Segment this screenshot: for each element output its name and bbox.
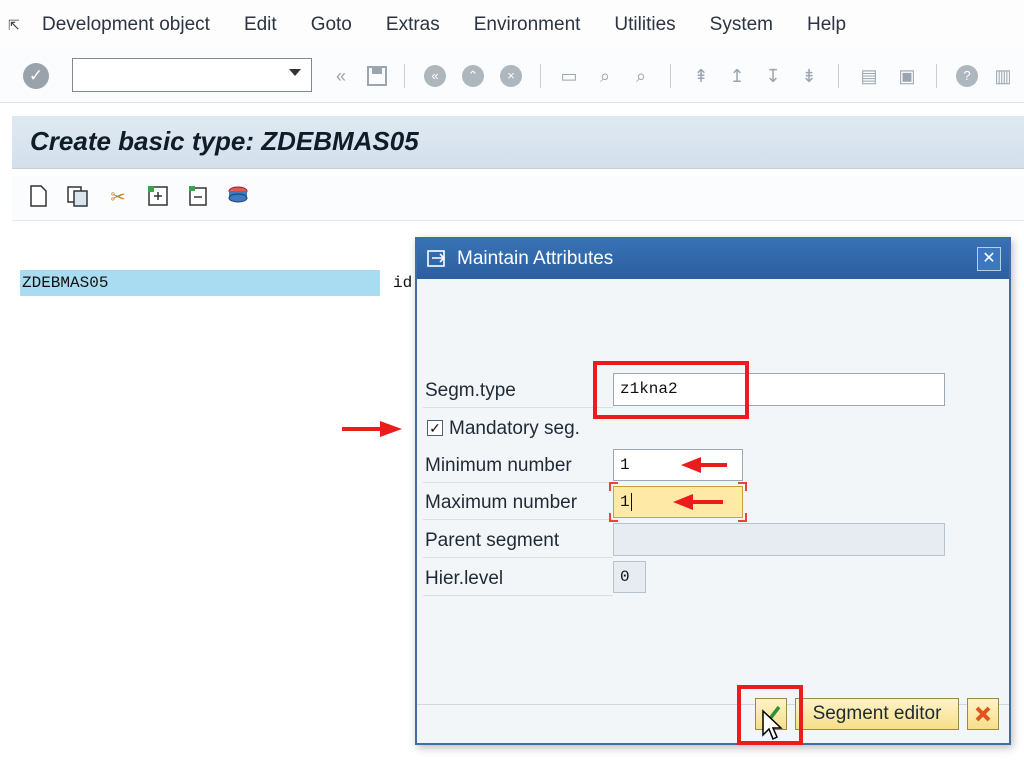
insert-segment-icon[interactable] <box>146 185 170 209</box>
maximum-number-label: Maximum number <box>425 492 578 513</box>
first-page-icon[interactable]: ⇞ <box>690 65 712 87</box>
toolbar-separator <box>540 64 541 88</box>
focus-corner <box>738 513 747 522</box>
previous-page-icon[interactable]: ↥ <box>726 65 748 87</box>
tree-row-label: ZDEBMAS05 <box>22 274 109 292</box>
print-icon[interactable]: ▭ <box>558 65 580 87</box>
menu-utilities[interactable]: Utilities <box>614 14 675 36</box>
toolbar-separator <box>838 64 839 88</box>
toolbar-separator <box>936 64 937 88</box>
focus-corner <box>609 482 618 491</box>
dialog-close-icon[interactable]: ✕ <box>977 247 1001 271</box>
menu-help[interactable]: Help <box>807 14 846 36</box>
menu-environment[interactable]: Environment <box>474 14 581 36</box>
new-session-icon[interactable]: ▤ <box>858 65 880 87</box>
segment-editor-label: Segment editor <box>812 703 942 724</box>
mandatory-checkmark: ✓ <box>429 420 441 436</box>
cut-icon[interactable]: ✂ <box>106 185 130 209</box>
hier-level-input: 0 <box>613 561 646 593</box>
hier-level-value: 0 <box>620 568 630 586</box>
title-bar: Create basic type: ZDEBMAS05 <box>12 116 1024 169</box>
cancel-button[interactable] <box>967 698 999 730</box>
standard-toolbar: ✓ « « ⌃ × ▭ ⌕ ⌕ ⇞ ↥ ↧ ⇟ ▤ ▣ ? ▥ <box>0 50 1024 103</box>
cancel-x-icon <box>975 706 991 722</box>
menu-bar: ⇱ Development object Edit Goto Extras En… <box>0 0 1024 51</box>
back-icon[interactable]: « <box>424 65 446 87</box>
copy-icon[interactable] <box>66 185 90 209</box>
shortcut-icon[interactable]: ▣ <box>896 65 918 87</box>
dialog-title-bar: Maintain Attributes ✕ <box>417 239 1009 279</box>
row-divider <box>423 407 613 408</box>
cancel-icon[interactable]: × <box>500 65 522 87</box>
tree-trailing-text: id <box>393 274 413 292</box>
mandatory-label: Mandatory seg. <box>449 418 580 439</box>
enter-check-icon[interactable]: ✓ <box>23 63 49 89</box>
create-icon[interactable] <box>26 185 50 209</box>
mouse-cursor-icon <box>762 709 783 741</box>
menu-edit[interactable]: Edit <box>244 14 277 36</box>
last-page-icon[interactable]: ⇟ <box>798 65 820 87</box>
focus-corner <box>609 513 618 522</box>
minimum-number-label: Minimum number <box>425 455 572 476</box>
find-icon[interactable]: ⌕ <box>594 65 616 87</box>
mandatory-checkbox[interactable]: ✓ <box>427 420 443 436</box>
parent-segment-label: Parent segment <box>425 530 560 551</box>
toolbar-separator <box>404 64 405 88</box>
dialog-title: Maintain Attributes <box>457 248 614 269</box>
segm-type-label: Segm.type <box>425 380 516 401</box>
save-icon[interactable] <box>366 65 388 87</box>
menu-extras[interactable]: Extras <box>386 14 440 36</box>
parent-segment-input <box>613 523 945 556</box>
find-next-icon[interactable]: ⌕ <box>630 65 652 87</box>
row-divider <box>423 595 613 596</box>
menu-development-object[interactable]: Development object <box>42 14 210 36</box>
command-field[interactable] <box>72 58 312 92</box>
segment-editor-button[interactable]: Segment editor <box>795 698 959 730</box>
text-cursor <box>630 492 632 511</box>
help-icon[interactable]: ? <box>956 65 978 87</box>
dialog-window-icon <box>427 250 446 267</box>
back-double-chevron-icon[interactable]: « <box>330 65 352 87</box>
maximum-number-value: 1 <box>620 493 630 511</box>
highlight-box-segm-type <box>593 361 749 419</box>
next-page-icon[interactable]: ↧ <box>762 65 784 87</box>
toolbar-separator <box>670 64 671 88</box>
minimum-number-value: 1 <box>620 456 630 474</box>
row-divider <box>423 557 613 558</box>
maintain-attributes-dialog: Maintain Attributes ✕ Segm.type z1kna2 ✓… <box>415 237 1011 745</box>
database-icon[interactable] <box>226 185 250 209</box>
customize-layout-icon[interactable]: ▥ <box>992 65 1014 87</box>
command-dropdown-icon[interactable] <box>289 69 301 76</box>
annotation-arrow-mandatory <box>342 421 402 437</box>
page-title: Create basic type: ZDEBMAS05 <box>30 126 419 156</box>
menu-exit-icon[interactable]: ⇱ <box>8 17 26 34</box>
annotation-arrow-min <box>681 457 727 473</box>
exit-icon[interactable]: ⌃ <box>462 65 484 87</box>
tree-row-basic-type[interactable]: ZDEBMAS05 <box>20 270 380 296</box>
focus-corner <box>738 482 747 491</box>
hier-level-label: Hier.level <box>425 568 504 589</box>
row-divider <box>423 482 613 483</box>
menu-goto[interactable]: Goto <box>311 14 352 36</box>
annotation-arrow-max <box>673 494 723 510</box>
row-divider <box>423 519 613 520</box>
menu-system[interactable]: System <box>710 14 773 36</box>
application-toolbar: ✂ <box>12 176 1024 221</box>
delete-segment-icon[interactable] <box>186 185 210 209</box>
